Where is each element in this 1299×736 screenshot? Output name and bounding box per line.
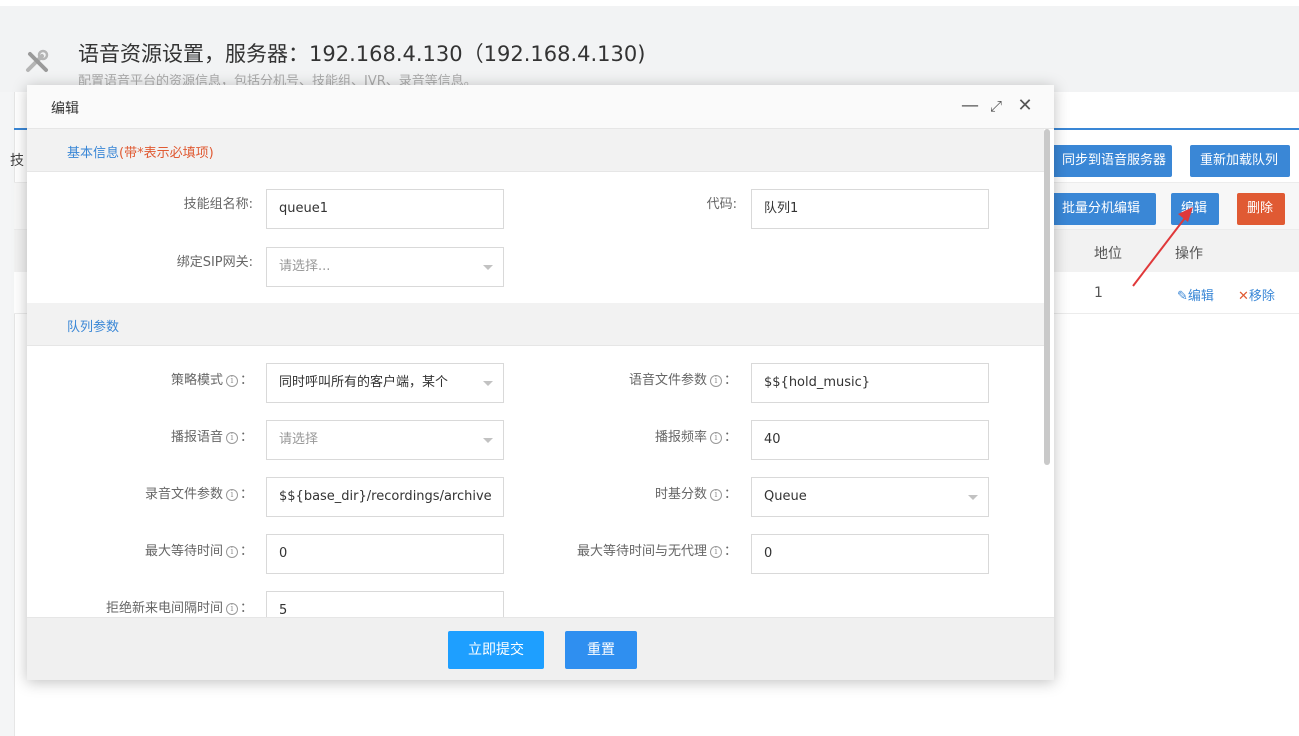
- row-remove-link[interactable]: ✕移除: [1238, 285, 1275, 304]
- skill-group-name-label: 技能组名称:: [183, 197, 253, 212]
- strategy-select[interactable]: 同时呼叫所有的客户端，某个: [266, 363, 504, 403]
- record-file-param-input[interactable]: $${base_dir}/recordings/archive: [266, 477, 504, 517]
- sip-gateway-placeholder: 请选择...: [279, 259, 331, 274]
- max-wait-no-agent-label: 最大等待时间与无代理 i：: [576, 544, 737, 559]
- queue-params-title: 队列参数: [67, 320, 120, 335]
- chevron-down-icon: [483, 438, 493, 443]
- code-input[interactable]: 队列1: [751, 189, 989, 229]
- chevron-down-icon: [483, 265, 493, 270]
- pencil-icon: ✎: [1177, 289, 1188, 304]
- row-edit-link[interactable]: ✎编辑: [1177, 285, 1214, 304]
- sip-gateway-select[interactable]: 请选择...: [266, 247, 504, 287]
- voice-file-param-label-text: 语音文件参数: [628, 373, 707, 388]
- row-edit-label: 编辑: [1187, 289, 1214, 304]
- sip-gateway-label: 绑定SIP网关:: [176, 255, 253, 270]
- column-header-position: 地位: [1094, 246, 1122, 262]
- submit-button[interactable]: 立即提交: [448, 631, 544, 669]
- code-label: 代码:: [706, 197, 737, 212]
- dialog-scrollbar[interactable]: [1044, 129, 1050, 465]
- strategy-value: 同时呼叫所有的客户端，某个: [279, 375, 449, 390]
- announce-voice-label: 播报语音 i：: [170, 430, 253, 445]
- info-icon[interactable]: i: [709, 432, 722, 444]
- tools-icon: [26, 49, 49, 72]
- reject-interval-input[interactable]: 5: [266, 591, 504, 617]
- announce-freq-label: 播报频率 i：: [654, 430, 737, 445]
- tab-label-fragment[interactable]: 技: [10, 150, 24, 170]
- basic-info-label: 基本信息: [67, 146, 120, 161]
- max-wait-no-agent-input[interactable]: 0: [751, 534, 989, 574]
- announce-voice-select[interactable]: 请选择: [266, 420, 504, 460]
- info-icon[interactable]: i: [709, 489, 722, 501]
- batch-edit-button[interactable]: 批量分机编辑: [1052, 193, 1156, 225]
- dialog-footer: 立即提交 重置: [27, 617, 1054, 680]
- max-wait-time-label-text: 最大等待时间: [144, 544, 223, 559]
- chevron-down-icon: [483, 381, 493, 386]
- time-base-score-label-text: 时基分数: [654, 487, 707, 502]
- dialog-title: 编辑: [51, 101, 79, 117]
- announce-voice-label-text: 播报语音: [170, 430, 223, 445]
- sync-to-server-button[interactable]: 同步到语音服务器: [1052, 145, 1172, 177]
- queue-params-section: 队列参数: [27, 303, 1044, 346]
- record-file-param-label: 录音文件参数 i：: [144, 487, 253, 502]
- info-icon[interactable]: i: [225, 375, 238, 387]
- skill-group-name-input[interactable]: queue1: [266, 189, 504, 229]
- strategy-label-text: 策略模式: [170, 373, 223, 388]
- reject-interval-label-text: 拒绝新来电间隔时间: [105, 601, 223, 616]
- row-position-value: 1: [1094, 285, 1103, 301]
- info-icon[interactable]: i: [225, 489, 238, 501]
- edit-dialog: 编辑 — ⤢ ✕ 基本信息(带*表示必填项) 技能组名称: queue1 代码:…: [27, 85, 1054, 680]
- time-base-score-value: Queue: [764, 489, 807, 504]
- announce-freq-label-text: 播报频率: [654, 430, 707, 445]
- max-wait-time-label: 最大等待时间 i：: [144, 544, 253, 559]
- reject-interval-label: 拒绝新来电间隔时间 i：: [105, 601, 253, 616]
- page-title: 语音资源设置，服务器：192.168.4.130（192.168.4.130): [78, 42, 646, 66]
- reset-button[interactable]: 重置: [565, 631, 637, 669]
- info-icon[interactable]: i: [225, 432, 238, 444]
- info-icon[interactable]: i: [709, 546, 722, 558]
- max-wait-time-input[interactable]: 0: [266, 534, 504, 574]
- close-icon[interactable]: ✕: [1014, 95, 1036, 117]
- dialog-body: 基本信息(带*表示必填项) 技能组名称: queue1 代码: 队列1 绑定SI…: [27, 129, 1054, 617]
- edit-button[interactable]: 编辑: [1171, 193, 1219, 225]
- required-note: (带*表示必填项): [119, 146, 214, 161]
- info-icon[interactable]: i: [225, 603, 238, 615]
- page-header: 语音资源设置，服务器：192.168.4.130（192.168.4.130) …: [0, 6, 1299, 92]
- strategy-label: 策略模式 i：: [170, 373, 253, 388]
- info-icon[interactable]: i: [225, 546, 238, 558]
- basic-info-title: 基本信息(带*表示必填项): [67, 142, 214, 161]
- maximize-icon[interactable]: ⤢: [985, 95, 1007, 117]
- info-icon[interactable]: i: [709, 375, 722, 387]
- announce-freq-input[interactable]: 40: [751, 420, 989, 460]
- voice-file-param-input[interactable]: $${hold_music}: [751, 363, 989, 403]
- time-base-score-select[interactable]: Queue: [751, 477, 989, 517]
- announce-voice-placeholder: 请选择: [279, 432, 319, 447]
- max-wait-no-agent-label-text: 最大等待时间与无代理: [576, 544, 707, 559]
- row-remove-label: 移除: [1248, 289, 1275, 304]
- time-base-score-label: 时基分数 i：: [654, 487, 737, 502]
- delete-button[interactable]: 删除: [1237, 193, 1285, 225]
- minimize-icon[interactable]: —: [959, 95, 981, 117]
- record-file-param-label-text: 录音文件参数: [144, 487, 223, 502]
- reload-queue-button[interactable]: 重新加载队列: [1190, 145, 1290, 177]
- dialog-header: 编辑 — ⤢ ✕: [27, 85, 1054, 129]
- basic-info-section: 基本信息(带*表示必填项): [27, 129, 1044, 172]
- remove-x-icon: ✕: [1238, 289, 1249, 304]
- chevron-down-icon: [968, 495, 978, 500]
- voice-file-param-label: 语音文件参数 i：: [628, 373, 737, 388]
- column-header-actions: 操作: [1175, 246, 1203, 262]
